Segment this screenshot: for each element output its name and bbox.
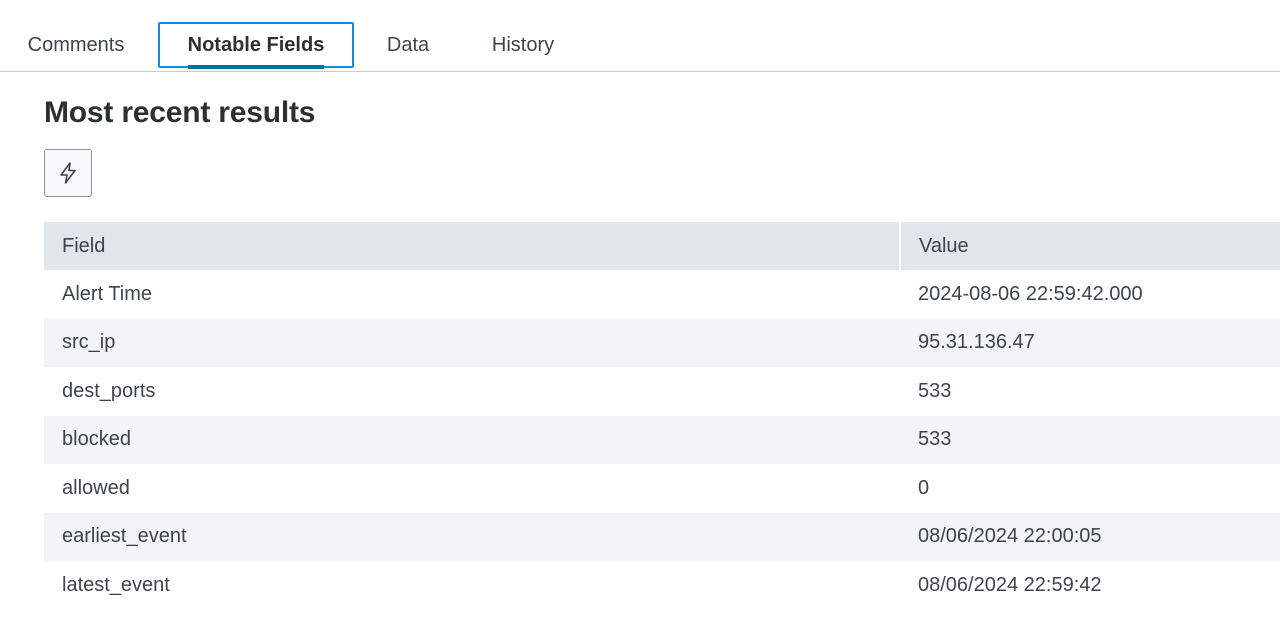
active-tab-indicator — [188, 65, 324, 69]
lightning-bolt-icon — [60, 162, 76, 184]
tab-comments[interactable]: Comments — [8, 22, 144, 68]
table-header-row: Field Value — [44, 222, 1280, 270]
table-row: Alert Time 2024-08-06 22:59:42.000 — [44, 270, 1280, 319]
field-cell: src_ip — [44, 318, 900, 367]
value-cell: 0 — [918, 476, 930, 499]
actions-button[interactable] — [44, 149, 92, 197]
value-cell: 08/06/2024 22:00:05 — [900, 512, 1280, 561]
table-row: allowed 0 — [44, 464, 1280, 513]
value-cell: 95.31.136.47 — [900, 318, 1280, 367]
field-cell: blocked — [44, 415, 900, 464]
table-row: src_ip 95.31.136.47 — [44, 318, 1280, 367]
table-row: dest_ports 533 — [44, 367, 1280, 416]
tab-label: Notable Fields — [187, 33, 325, 56]
value-cell: 08/06/2024 22:59:42 — [918, 573, 1102, 596]
results-table: Field Value Alert Time 2024-08-06 22:59:… — [44, 222, 1280, 610]
field-cell: Alert Time — [62, 282, 153, 305]
tab-data[interactable]: Data — [368, 22, 448, 68]
field-cell: latest_event — [62, 573, 170, 596]
value-cell: 533 — [900, 415, 1280, 464]
tab-bar: Comments Notable Fields Data History — [0, 0, 1280, 72]
tab-history[interactable]: History — [476, 22, 570, 68]
tab-label: History — [491, 33, 555, 56]
table-row: earliest_event 08/06/2024 22:00:05 — [44, 512, 1280, 561]
value-cell: 533 — [918, 379, 952, 402]
value-cell: 2024-08-06 22:59:42.000 — [918, 282, 1143, 305]
page-title: Most recent results — [44, 96, 316, 129]
tab-label: Comments — [27, 33, 125, 56]
field-cell: allowed — [62, 476, 130, 499]
table-row: blocked 533 — [44, 415, 1280, 464]
tab-notable-fields[interactable]: Notable Fields — [158, 22, 354, 69]
column-header-value[interactable]: Value — [900, 222, 1280, 270]
column-header-field[interactable]: Field — [44, 222, 901, 270]
field-cell: dest_ports — [62, 379, 156, 402]
tab-label: Data — [386, 33, 430, 56]
table-row: latest_event 08/06/2024 22:59:42 — [44, 561, 1280, 610]
field-cell: earliest_event — [44, 512, 900, 561]
